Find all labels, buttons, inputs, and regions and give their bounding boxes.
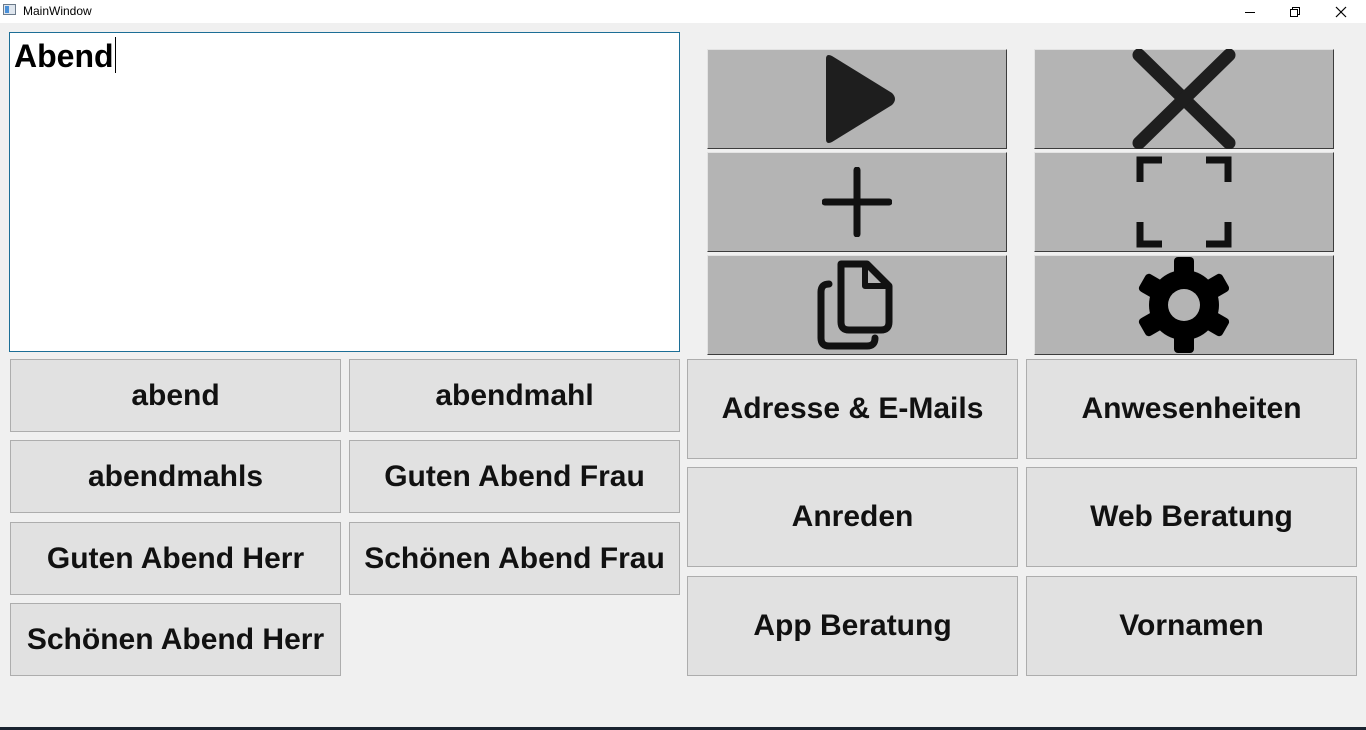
suggestion-button[interactable]: abend: [10, 359, 341, 432]
category-button-adresse-emails[interactable]: Adresse & E-Mails: [687, 359, 1018, 459]
play-icon: [826, 55, 895, 143]
editor-text: Abend: [14, 38, 114, 74]
suggestion-button[interactable]: Schönen Abend Frau: [349, 522, 680, 595]
category-button-anreden[interactable]: Anreden: [687, 467, 1018, 567]
copy-button[interactable]: [707, 255, 1007, 355]
suggestion-button[interactable]: abendmahl: [349, 359, 680, 432]
category-button-anwesenheiten[interactable]: Anwesenheiten: [1026, 359, 1357, 459]
settings-button[interactable]: [1034, 255, 1334, 355]
close-icon: [1335, 6, 1347, 17]
window-title: MainWindow: [23, 4, 92, 18]
suggestion-button[interactable]: Schönen Abend Herr: [10, 603, 341, 676]
minimize-icon: [1245, 11, 1255, 13]
gear-icon: [1138, 257, 1230, 353]
suggestion-button[interactable]: Guten Abend Frau: [349, 440, 680, 513]
restore-icon: [1290, 6, 1300, 17]
fullscreen-button[interactable]: [1034, 152, 1334, 252]
add-button[interactable]: [707, 152, 1007, 252]
suggestion-button[interactable]: abendmahls: [10, 440, 341, 513]
close-window-button[interactable]: [1318, 0, 1364, 23]
play-button[interactable]: [707, 49, 1007, 149]
plus-icon: [822, 167, 892, 237]
category-button-vornamen[interactable]: Vornamen: [1026, 576, 1357, 676]
suggestion-button[interactable]: Guten Abend Herr: [10, 522, 341, 595]
category-button-web-beratung[interactable]: Web Beratung: [1026, 467, 1357, 567]
text-caret: [114, 37, 116, 73]
app-icon: [3, 4, 16, 15]
category-button-app-beratung[interactable]: App Beratung: [687, 576, 1018, 676]
text-editor[interactable]: Abend: [9, 32, 680, 352]
clear-button[interactable]: [1034, 49, 1334, 149]
restore-button[interactable]: [1272, 0, 1318, 23]
copy-files-icon: [817, 260, 893, 350]
title-bar: MainWindow: [0, 0, 1366, 23]
minimize-button[interactable]: [1227, 0, 1273, 23]
fullscreen-icon: [1136, 156, 1232, 248]
close-x-icon: [1132, 49, 1236, 149]
